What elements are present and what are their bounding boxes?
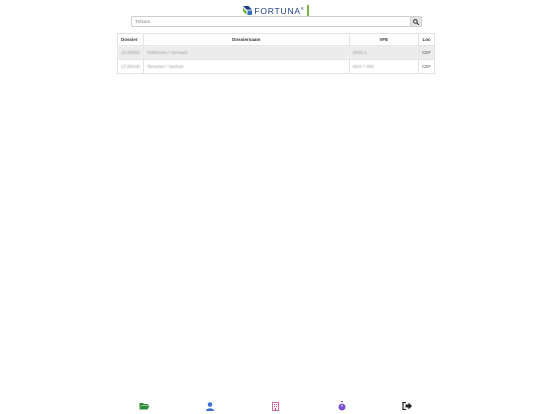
search-icon	[413, 18, 419, 25]
dossier-table: Dossier Dossiernaam VFE Loc 19.00000 Pel…	[117, 33, 436, 74]
logo-text: FORTUNA®	[254, 5, 305, 16]
search-bar	[131, 16, 422, 27]
cell-vfe: 00/4 7 000	[348, 59, 419, 74]
nav-timer[interactable]	[335, 400, 349, 412]
search-button[interactable]	[410, 16, 422, 27]
cell-vfe: 0000-1	[348, 45, 419, 60]
col-header-loc[interactable]: Loc	[417, 33, 436, 46]
table-row[interactable]: 17.00100 Tervuren / Vanhoe 00/4 7 000 CE…	[117, 59, 436, 74]
cell-dossiernaam: Tervuren / Vanhoe	[142, 59, 350, 74]
user-icon	[206, 401, 215, 411]
nav-logout[interactable]	[400, 400, 414, 412]
table-header-row: Dossier Dossiernaam VFE Loc	[117, 33, 436, 46]
cell-dossiernaam: Pelletroen / Vervuen	[142, 45, 350, 60]
sign-out-icon	[402, 402, 413, 410]
bottom-nav	[0, 400, 552, 412]
nav-offices[interactable]	[269, 400, 283, 412]
cell-dossier: 17.00100	[117, 59, 144, 74]
table-row[interactable]: 19.00000 Pelletroen / Vervuen 0000-1 CEF	[117, 45, 436, 60]
folder-open-icon	[139, 403, 150, 410]
col-header-dossiernaam[interactable]: Dossiernaam	[142, 33, 350, 46]
nav-dossiers[interactable]	[138, 400, 152, 412]
col-header-vfe[interactable]: VFE	[348, 33, 419, 46]
nav-contacts[interactable]	[203, 400, 217, 412]
building-icon	[272, 401, 280, 411]
stopwatch-icon	[338, 401, 346, 411]
search-input[interactable]	[131, 16, 410, 27]
app-logo: FORTUNA®	[0, 4, 552, 16]
logo-bar	[306, 4, 309, 16]
cell-dossier: 19.00000	[117, 45, 144, 60]
fortuna-logo-icon	[243, 5, 253, 15]
cell-loc: CEF	[417, 59, 436, 74]
cell-loc: CEF	[417, 45, 436, 60]
col-header-dossier[interactable]: Dossier	[117, 33, 144, 46]
